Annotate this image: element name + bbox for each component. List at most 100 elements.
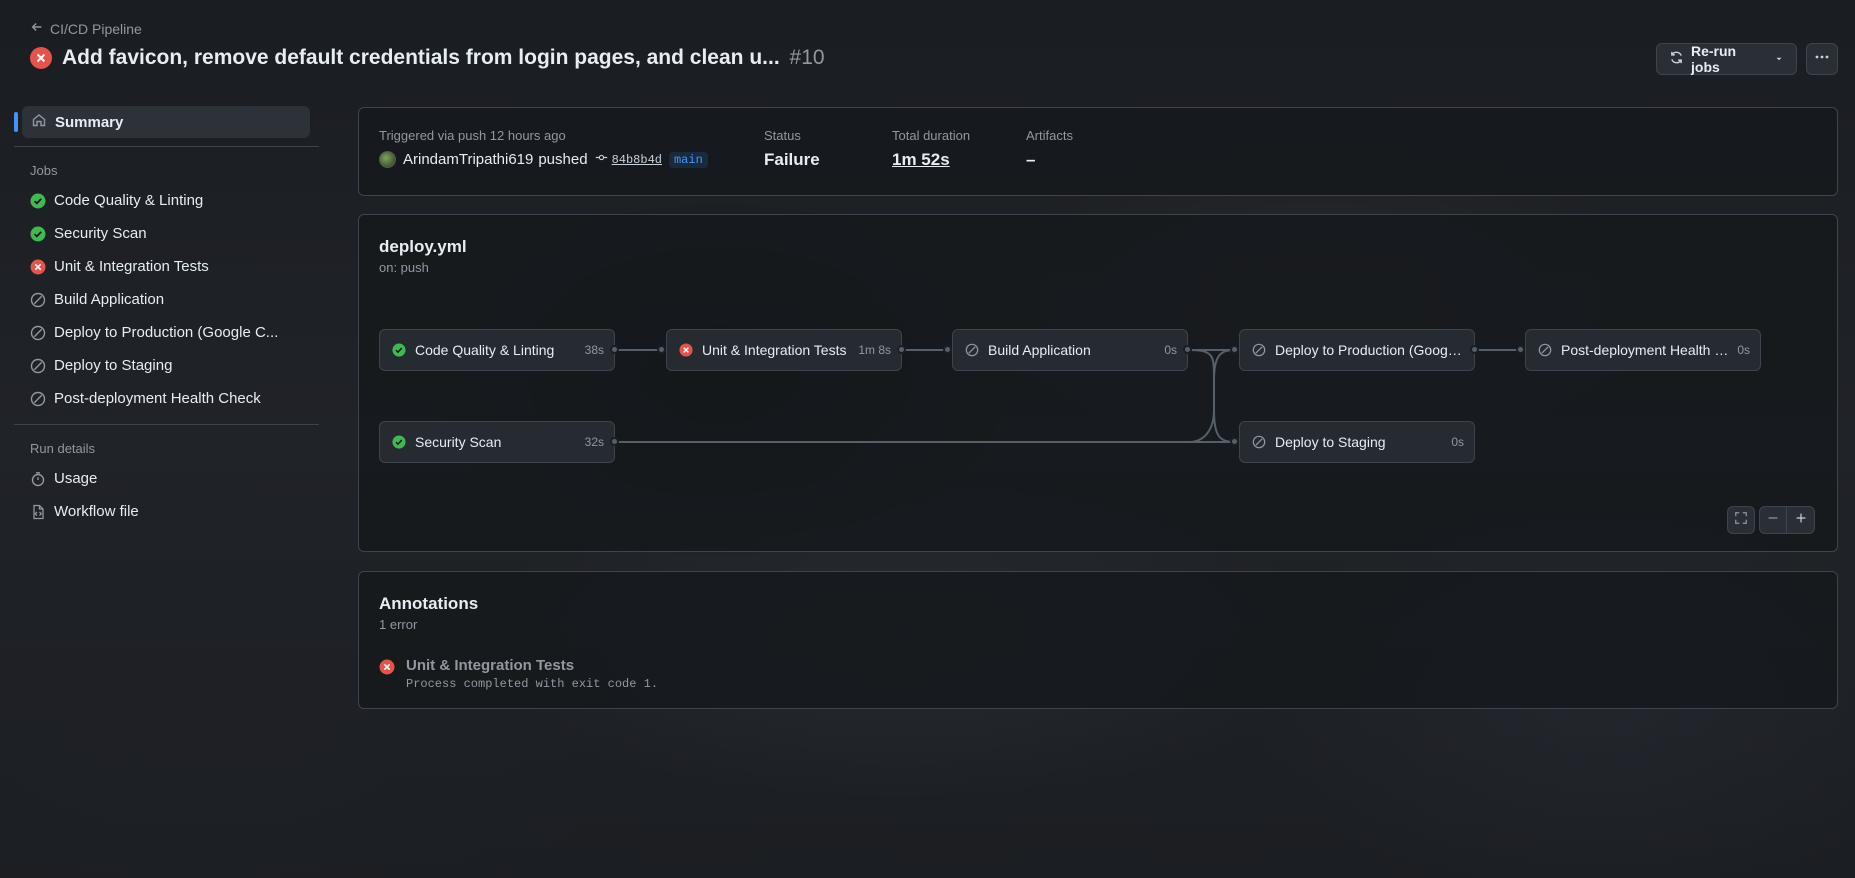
sidebar-item-usage[interactable]: Usage	[14, 462, 319, 495]
skip-icon	[1251, 434, 1267, 450]
annotation-message: Process completed with exit code 1.	[406, 677, 659, 691]
job-duration: 0s	[1737, 343, 1750, 357]
failure-x-circle-icon	[30, 47, 52, 69]
sidebar-item-label: Post-deployment Health Check	[54, 390, 261, 407]
sidebar-item-code-quality[interactable]: Code Quality & Linting	[14, 184, 319, 217]
skip-icon	[30, 358, 46, 374]
skip-icon	[30, 292, 46, 308]
run-sidebar: Summary Jobs Code Quality & Linting Secu…	[14, 106, 319, 528]
commit-link[interactable]: 84b8b4d	[595, 151, 662, 168]
screen-full-icon	[1734, 511, 1748, 530]
skip-icon	[1537, 342, 1553, 358]
connector-dot	[1230, 437, 1239, 446]
sidebar-item-label: Code Quality & Linting	[54, 192, 204, 209]
back-link-label: CI/CD Pipeline	[50, 20, 142, 37]
sidebar-heading-run-details: Run details	[30, 441, 96, 456]
plus-icon	[1794, 511, 1808, 530]
duration-value-link[interactable]: 1m 52s	[892, 150, 970, 170]
push-action: pushed	[538, 151, 588, 168]
skip-icon	[1251, 342, 1267, 358]
job-node-security-scan[interactable]: Security Scan 32s	[379, 421, 615, 463]
zoom-controls	[1755, 506, 1815, 534]
job-node-build[interactable]: Build Application 0s	[952, 329, 1188, 371]
arrow-left-icon	[30, 20, 44, 37]
branch-badge[interactable]: main	[668, 151, 708, 168]
more-actions-button[interactable]	[1806, 43, 1838, 75]
back-to-workflow-link[interactable]: CI/CD Pipeline	[30, 20, 142, 37]
sidebar-item-build[interactable]: Build Application	[14, 283, 319, 316]
run-title-text: Add favicon, remove default credentials …	[62, 46, 780, 69]
annotations-panel: Annotations 1 error Unit & Integration T…	[358, 571, 1838, 709]
artifacts-info: Artifacts –	[1026, 128, 1073, 170]
trigger-label: Triggered via push 12 hours ago	[379, 128, 566, 143]
run-summary-panel: Triggered via push 12 hours ago ArindamT…	[358, 107, 1838, 196]
annotations-title: Annotations	[379, 594, 479, 613]
job-duration: 32s	[584, 435, 604, 449]
sidebar-divider	[14, 424, 319, 425]
avatar[interactable]	[379, 151, 396, 168]
duration-info: Total duration 1m 52s	[892, 128, 970, 170]
connector-dot	[657, 345, 666, 354]
sidebar-divider	[14, 146, 319, 147]
job-name: Code Quality & Linting	[415, 342, 555, 358]
check-circle-icon	[391, 434, 407, 450]
run-number: #10	[789, 46, 825, 69]
skip-icon	[964, 342, 980, 358]
job-node-deploy-production[interactable]: Deploy to Production (Google...	[1239, 329, 1475, 371]
connector-dot	[1516, 345, 1525, 354]
triangle-down-icon	[1774, 51, 1784, 67]
status-value: Failure	[764, 150, 820, 169]
job-name: Deploy to Production (Google...	[1275, 342, 1464, 358]
file-code-icon	[30, 504, 46, 520]
job-duration: 0s	[1451, 435, 1464, 449]
workflow-run-page: CI/CD Pipeline Add favicon, remove defau…	[0, 0, 1855, 878]
annotation-item: Unit & Integration Tests Process complet…	[379, 657, 658, 691]
check-circle-icon	[391, 342, 407, 358]
stopwatch-icon	[30, 471, 46, 487]
rerun-jobs-button[interactable]: Re-run jobs	[1656, 43, 1797, 75]
sidebar-heading-jobs: Jobs	[30, 163, 58, 178]
zoom-out-button[interactable]	[1759, 506, 1787, 534]
job-node-health-check[interactable]: Post-deployment Health C... 0s	[1525, 329, 1761, 371]
connector-dot	[610, 345, 619, 354]
skip-icon	[30, 325, 46, 341]
sidebar-item-label: Workflow file	[54, 503, 139, 520]
fullscreen-control	[1727, 506, 1755, 534]
sync-icon	[1669, 50, 1684, 68]
job-node-unit-tests[interactable]: Unit & Integration Tests 1m 8s	[666, 329, 902, 371]
sidebar-item-deploy-production[interactable]: Deploy to Production (Google C...	[14, 316, 319, 349]
fullscreen-button[interactable]	[1727, 506, 1755, 534]
push-line: ArindamTripathi619 pushed 84b8b4d main	[379, 151, 708, 168]
connector-dot	[897, 345, 906, 354]
dash-icon	[1766, 511, 1780, 530]
duration-label: Total duration	[892, 128, 971, 143]
status-info: Status Failure	[764, 128, 820, 170]
kebab-horizontal-icon	[1814, 49, 1830, 70]
sidebar-item-label: Deploy to Staging	[54, 357, 173, 374]
rerun-jobs-label: Re-run jobs	[1691, 43, 1737, 75]
sidebar-item-health-check[interactable]: Post-deployment Health Check	[14, 382, 319, 415]
sidebar-item-unit-tests[interactable]: Unit & Integration Tests	[14, 250, 319, 283]
run-title: Add favicon, remove default credentials …	[62, 46, 825, 70]
run-title-row: Add favicon, remove default credentials …	[30, 46, 825, 70]
sidebar-item-workflow-file[interactable]: Workflow file	[14, 495, 319, 528]
sidebar-item-security-scan[interactable]: Security Scan	[14, 217, 319, 250]
job-duration: 1m 8s	[858, 343, 891, 357]
job-name: Deploy to Staging	[1275, 434, 1386, 450]
sidebar-item-summary[interactable]: Summary	[14, 106, 310, 138]
annotation-job-link[interactable]: Unit & Integration Tests	[406, 657, 658, 674]
job-node-code-quality[interactable]: Code Quality & Linting 38s	[379, 329, 615, 371]
git-commit-icon	[595, 151, 608, 168]
workflow-graph-panel: deploy.yml on: push Code Quality & Linti…	[358, 214, 1838, 552]
actor-name[interactable]: ArindamTripathi619	[403, 151, 533, 168]
sidebar-item-label: Usage	[54, 470, 98, 487]
job-node-deploy-staging[interactable]: Deploy to Staging 0s	[1239, 421, 1475, 463]
sidebar-item-label: Summary	[55, 113, 124, 131]
job-name: Security Scan	[415, 434, 502, 450]
sidebar-item-deploy-staging[interactable]: Deploy to Staging	[14, 349, 319, 382]
connector-dot	[1230, 345, 1239, 354]
zoom-in-button[interactable]	[1787, 506, 1815, 534]
status-label: Status	[764, 128, 801, 143]
sidebar-item-label: Deploy to Production (Google C...	[54, 324, 279, 341]
home-icon	[31, 112, 47, 132]
